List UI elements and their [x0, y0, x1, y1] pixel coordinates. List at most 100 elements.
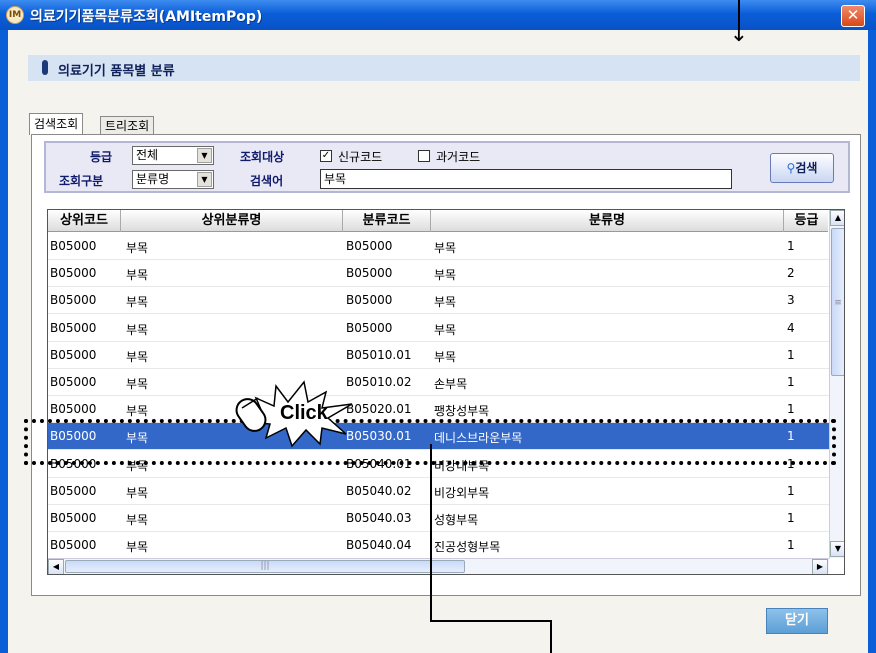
tab-tree[interactable]: 트리조회 — [100, 116, 155, 135]
app-icon: IM — [6, 6, 24, 24]
table-cell: 진공성형부목 — [434, 540, 501, 555]
table-row[interactable]: B05000 부목 B05000 부목 3 — [48, 287, 830, 315]
table-cell: 1 — [787, 239, 795, 253]
horizontal-scrollbar[interactable]: ◀ ||| ▶ — [48, 558, 829, 574]
table-row[interactable]: B05000 부목 B05040.03 성형부목 1 — [48, 505, 830, 532]
table-cell: 부목 — [126, 322, 149, 337]
table-cell: 부목 — [434, 349, 457, 364]
table-cell: B05000 — [50, 266, 97, 281]
annotation-line — [430, 620, 552, 622]
vertical-scrollbar[interactable]: ▲ ≡ ▼ — [829, 210, 844, 558]
click-annotation: Click — [280, 402, 328, 424]
table-cell: B05000 — [346, 266, 393, 281]
table-cell: B05000 — [50, 320, 97, 335]
table-cell: B05000 — [50, 375, 97, 389]
window-title: 의료기기품목분류조회(AMItemPop) — [30, 9, 263, 25]
table-cell: 1 — [787, 347, 795, 362]
table-cell: B05040.02 — [346, 483, 412, 498]
old-code-checkbox[interactable] — [418, 150, 430, 162]
table-row[interactable]: B05000 부목 B05000 부목 4 — [48, 315, 830, 342]
selection-highlight-box — [24, 419, 836, 465]
table-cell: B05000 — [346, 239, 393, 253]
type-select-value: 분류명 — [136, 172, 170, 186]
search-button[interactable]: ⚲검색 — [770, 153, 834, 183]
table-row[interactable]: B05000 부목 B05040.04 진공성형부목 1 — [48, 532, 830, 560]
table-cell: 비강외부목 — [434, 485, 490, 500]
old-code-label: 과거코드 — [436, 150, 481, 164]
grade-label: 등급 — [90, 150, 113, 164]
scroll-thumb[interactable]: ≡ — [831, 228, 844, 376]
table-cell: B05000 — [50, 538, 97, 553]
annotation-line — [430, 444, 432, 622]
table-cell: 부목 — [126, 241, 149, 255]
col-header-code[interactable]: 분류코드 — [343, 210, 431, 232]
chevron-down-icon: ▼ — [197, 148, 212, 163]
table-cell: B05000 — [50, 402, 97, 417]
table-cell: 1 — [787, 538, 795, 553]
table-cell: B05010.01 — [346, 347, 412, 362]
table-cell: B05000 — [50, 293, 97, 308]
dialog-body: 의료기기 품목별 분류 검색조회 트리조회 등급 전체 ▼ 조회대상 ✓ 신규코… — [8, 30, 868, 653]
table-cell: B05000 — [346, 320, 393, 335]
table-cell: 부목 — [434, 268, 457, 283]
table-cell: 성형부목 — [434, 513, 479, 527]
tab-search[interactable]: 검색조회 — [29, 113, 84, 135]
table-cell: 부목 — [434, 295, 457, 310]
bullet-icon — [42, 60, 48, 75]
table-cell: 부목 — [126, 540, 149, 555]
scroll-down-icon[interactable]: ▼ — [830, 541, 844, 557]
scroll-right-icon[interactable]: ▶ — [812, 559, 828, 574]
table-row[interactable]: B05000 부목 B05000 부목 2 — [48, 260, 830, 288]
window-close-button[interactable]: ✕ — [841, 5, 865, 27]
table-row[interactable]: B05000 부목 B05010.02 손부목 1 — [48, 369, 830, 396]
annotation-line — [550, 620, 552, 653]
table-cell: 부목 — [434, 322, 457, 337]
type-select[interactable]: 분류명 ▼ — [132, 170, 214, 189]
table-cell: 부목 — [126, 377, 149, 391]
table-cell: 부목 — [126, 485, 149, 500]
col-header-name[interactable]: 분류명 — [431, 210, 784, 232]
table-row[interactable]: B05000 부목 B05040.02 비강외부목 1 — [48, 478, 830, 505]
chevron-down-icon: ▼ — [197, 172, 212, 187]
table-cell: 부목 — [126, 349, 149, 364]
close-button[interactable]: 닫기 — [766, 608, 828, 634]
hscroll-thumb[interactable]: ||| — [65, 560, 465, 573]
new-code-label: 신규코드 — [338, 150, 383, 164]
new-code-checkbox[interactable]: ✓ — [320, 150, 332, 162]
table-cell: 1 — [787, 375, 795, 389]
table-cell: B05040.03 — [346, 511, 412, 525]
col-header-parent-code[interactable]: 상위코드 — [48, 210, 121, 232]
table-cell: 손부목 — [434, 377, 468, 391]
table-cell: 부목 — [126, 295, 149, 310]
result-grid: 상위코드 상위분류명 분류코드 분류명 등급 B05000 부목 B05000 부목 1… — [47, 209, 845, 575]
table-row[interactable]: B05000 부목 B05010.01 부목 1 — [48, 342, 830, 369]
col-header-grade[interactable]: 등급 — [784, 210, 830, 232]
col-header-parent-name[interactable]: 상위분류명 — [121, 210, 343, 232]
dialog-window: IM 의료기기품목분류조회(AMItemPop) ✕ 의료기기 품목별 분류 검… — [0, 0, 876, 653]
table-cell: B05000 — [50, 239, 97, 253]
scroll-up-icon[interactable]: ▲ — [830, 210, 844, 226]
target-label: 조회대상 — [240, 150, 285, 164]
tab-panel: 등급 전체 ▼ 조회대상 ✓ 신규코드 과거코드 조회구분 분류명 ▼ 검색어 … — [31, 134, 861, 596]
table-cell: 팽창성부목 — [434, 404, 490, 419]
table-cell: 부목 — [126, 404, 149, 419]
table-cell: 부목 — [126, 268, 149, 283]
scroll-left-icon[interactable]: ◀ — [48, 559, 64, 574]
grade-select-value: 전체 — [136, 148, 159, 162]
table-cell: B05000 — [50, 347, 97, 362]
table-cell: 부목 — [126, 513, 149, 527]
section-title: 의료기기 품목별 분류 — [58, 64, 175, 79]
table-cell: 4 — [787, 320, 795, 335]
table-cell: 2 — [787, 266, 795, 281]
table-cell: B05040.04 — [346, 538, 412, 553]
table-cell: B05000 — [346, 293, 393, 308]
table-row[interactable]: B05000 부목 B05000 부목 1 — [48, 233, 830, 260]
table-cell: B05000 — [50, 511, 97, 525]
keyword-label: 검색어 — [250, 174, 284, 188]
section-header: 의료기기 품목별 분류 — [28, 55, 860, 81]
search-form: 등급 전체 ▼ 조회대상 ✓ 신규코드 과거코드 조회구분 분류명 ▼ 검색어 … — [44, 141, 850, 193]
table-cell: 부목 — [434, 241, 457, 255]
grade-select[interactable]: 전체 ▼ — [132, 146, 214, 165]
table-cell: 1 — [787, 511, 795, 525]
keyword-input[interactable]: 부목 — [320, 169, 732, 189]
